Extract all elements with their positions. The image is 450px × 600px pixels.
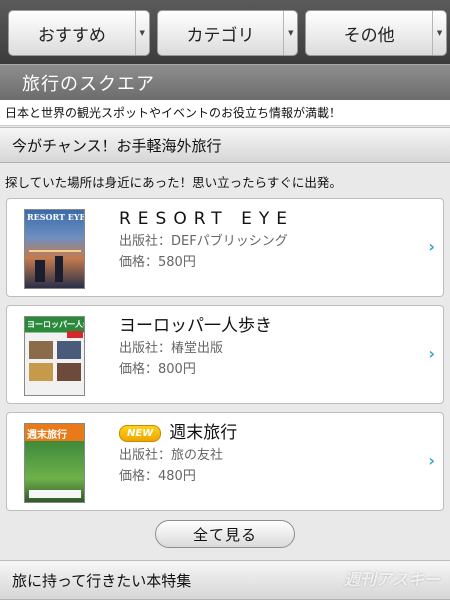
book-title-text: 週末旅行 [169, 423, 238, 443]
top-nav-bar: おすすめ ▼ カテゴリ ▼ その他 ▼ [0, 0, 450, 64]
book-cover-image: ヨーロッパ一人歩き [24, 316, 85, 396]
book-title-text: ヨーロッパ一人歩き [119, 316, 272, 336]
book-info: RESORT EYE 出版社：DEFパブリッシング 価格：580円 [119, 207, 294, 273]
chevron-right-icon: › [428, 237, 435, 256]
book-price: 価格：580円 [119, 255, 196, 270]
tagline: 日本と世界の観光スポットやイベントのお役立ち情報が満載！ [0, 100, 450, 126]
book-info: ヨーロッパ一人歩き 出版社：椿堂出版 価格：800円 [119, 314, 272, 380]
dropdown-arrow-icon: ▼ [283, 11, 297, 55]
book-title: RESORT EYE [119, 207, 294, 231]
book-publisher: 出版社：椿堂出版 [119, 341, 224, 356]
dropdown-other[interactable]: その他 ▼ [305, 10, 448, 56]
dropdown-category[interactable]: カテゴリ ▼ [156, 10, 299, 56]
watermark-logo: 週刊アスキー [343, 570, 440, 589]
dropdown-label: カテゴリ [186, 25, 255, 46]
chevron-right-icon: › [428, 344, 435, 363]
cover-title: RESORT EYE [27, 212, 85, 222]
section-subtext-text: 探していた場所は身近にあった！思い立ったらすぐに出発。 [5, 174, 342, 190]
cover-title: 週末旅行 [27, 430, 67, 441]
book-cover-image: 週末旅行 [24, 423, 85, 503]
book-publisher: 出版社：旅の友社 [119, 448, 224, 463]
book-card-resort-eye[interactable]: RESORT EYE RESORT EYE 出版社：DEFパブリッシング 価格：… [6, 198, 444, 297]
book-card-europe[interactable]: ヨーロッパ一人歩き ヨーロッパ一人歩き 出版社：椿堂出版 価格：800円 › [6, 305, 444, 404]
section-heading-text: 今がチャンス！お手軽海外旅行 [12, 136, 222, 155]
chevron-right-icon: › [428, 451, 435, 470]
tagline-text: 日本と世界の観光スポットやイベントのお役立ち情報が満載！ [5, 106, 342, 120]
dropdown-label: その他 [343, 25, 395, 46]
book-publisher: 出版社：DEFパブリッシング [119, 234, 288, 249]
dropdown-recommended[interactable]: おすすめ ▼ [8, 10, 150, 56]
dropdown-label: おすすめ [37, 25, 106, 46]
dropdown-arrow-icon: ▼ [134, 11, 149, 55]
book-price: 価格：800円 [119, 362, 196, 377]
dropdown-arrow-icon: ▼ [432, 11, 446, 55]
book-title-text: RESORT EYE [119, 209, 294, 229]
book-card-weekend[interactable]: 週末旅行 NEW 週末旅行 出版社：旅の友社 価格：480円 › [6, 412, 444, 511]
book-price: 価格：480円 [119, 469, 196, 484]
app-title: 旅行のスクエア [22, 73, 155, 95]
book-info: NEW 週末旅行 出版社：旅の友社 価格：480円 [119, 421, 237, 487]
app-title-bar: 旅行のスクエア [0, 64, 450, 100]
book-title: ヨーロッパ一人歩き [119, 314, 272, 338]
view-all-button[interactable]: 全て見る [155, 520, 295, 548]
book-title: NEW 週末旅行 [119, 421, 237, 445]
section-heading-overseas: 今がチャンス！お手軽海外旅行 [0, 127, 450, 163]
book-cover-image: RESORT EYE [24, 209, 85, 289]
cover-title: ヨーロッパ一人歩き [27, 319, 84, 329]
section-heading-text: 旅に持って行きたい本特集 [12, 571, 192, 590]
section-subtext: 探していた場所は身近にあった！思い立ったらすぐに出発。 [0, 166, 450, 196]
view-all-label: 全て見る [192, 525, 257, 544]
new-badge: NEW [119, 424, 162, 442]
